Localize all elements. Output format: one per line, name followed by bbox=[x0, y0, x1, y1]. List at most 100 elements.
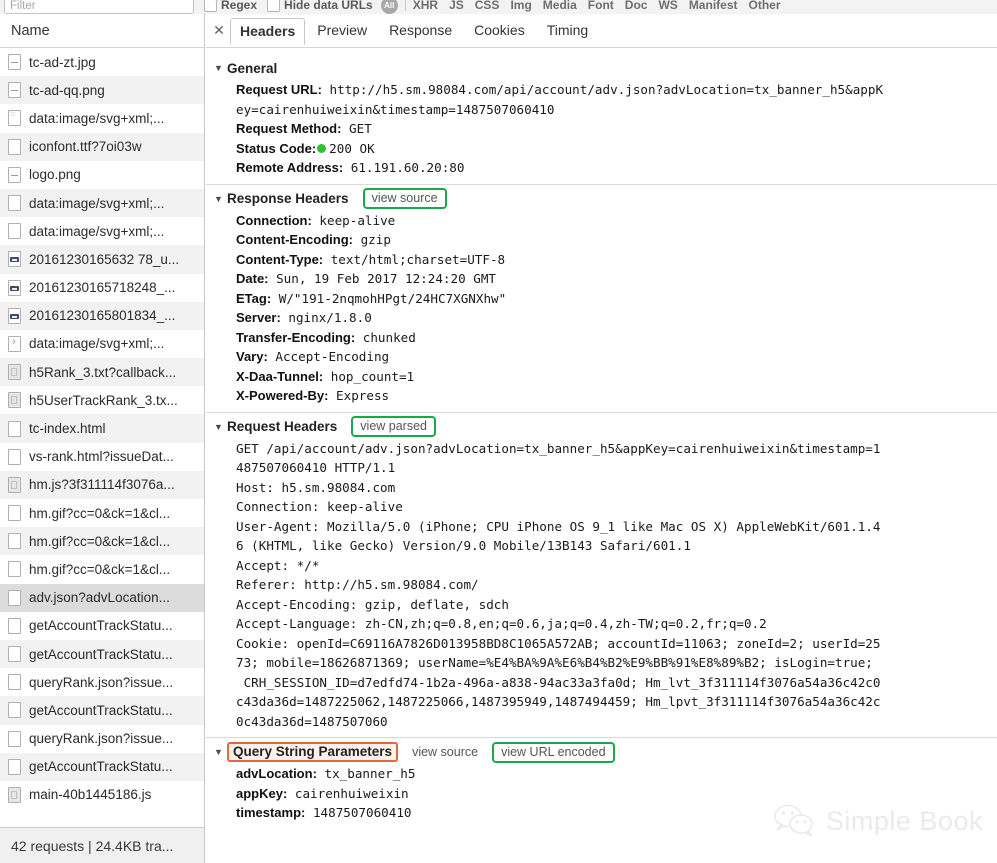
request-name: 20161230165801834_... bbox=[29, 308, 176, 324]
query-param-row: advLocation: tx_banner_h5 bbox=[236, 764, 997, 784]
header-value: W/"191-2nqmohHPgt/24HC7XGNXhw" bbox=[271, 290, 507, 306]
regex-checkbox[interactable] bbox=[204, 0, 217, 12]
requests-sidebar: Name tc-ad-zt.jpg tc-ad-qq.png data:image/… bbox=[0, 14, 205, 863]
request-list-item[interactable]: hm.gif?cc=0&ck=1&cl... bbox=[0, 555, 204, 583]
filter-type-manifest[interactable]: Manifest bbox=[689, 0, 738, 12]
filter-type-ws[interactable]: WS bbox=[658, 0, 677, 12]
request-header-line: User-Agent: Mozilla/5.0 (iPhone; CPU iPh… bbox=[236, 518, 881, 534]
request-list-item[interactable]: hm.gif?cc=0&ck=1&cl... bbox=[0, 527, 204, 556]
request-list-item[interactable]: data:image/svg+xml;... bbox=[0, 104, 204, 132]
request-list-item[interactable]: getAccountTrackStatu... bbox=[0, 752, 204, 781]
request-list-item[interactable]: 20161230165801834_... bbox=[0, 301, 204, 330]
request-headers-raw: GET /api/account/adv.json?advLocation=tx… bbox=[206, 439, 997, 732]
request-name: queryRank.json?issue... bbox=[29, 674, 174, 690]
filter-type-img[interactable]: Img bbox=[510, 0, 531, 12]
request-list-item[interactable]: main-40b1445186.js bbox=[0, 781, 204, 809]
filter-all-button[interactable]: All bbox=[380, 0, 398, 14]
request-list-item[interactable]: getAccountTrackStatu... bbox=[0, 696, 204, 725]
request-list-item[interactable]: 20161230165718248_... bbox=[0, 274, 204, 302]
request-name: data:image/svg+xml;... bbox=[29, 195, 165, 211]
hide-data-urls-checkbox[interactable] bbox=[267, 0, 281, 12]
request-list-item[interactable]: logo.png bbox=[0, 161, 204, 189]
doc-file-icon bbox=[8, 617, 21, 634]
header-value: text/html;charset=UTF-8 bbox=[323, 251, 506, 267]
caret-down-icon[interactable]: ▼ bbox=[214, 63, 223, 73]
filter-type-xhr[interactable]: XHR bbox=[413, 0, 438, 12]
request-list-item[interactable]: data:image/svg+xml;... bbox=[0, 330, 204, 358]
image-file-icon bbox=[8, 166, 21, 183]
query-param-row: appKey: cairenhuiweixin bbox=[236, 784, 997, 804]
request-name: h5UserTrackRank_3.tx... bbox=[29, 392, 178, 408]
section-query-string-header[interactable]: ▼ Query String Parameters view source vi… bbox=[206, 741, 997, 763]
tab-preview[interactable]: Preview bbox=[307, 17, 377, 44]
section-response-headers-header[interactable]: ▼ Response Headers view source bbox=[206, 188, 997, 209]
filter-type-media[interactable]: Media bbox=[543, 0, 577, 12]
media-file-icon bbox=[8, 279, 21, 296]
column-header-name[interactable]: Name bbox=[0, 14, 204, 48]
response-header-row: Date: Sun, 19 Feb 2017 12:24:20 GMT bbox=[236, 269, 997, 289]
caret-down-icon[interactable]: ▼ bbox=[214, 422, 223, 432]
request-list-item[interactable]: iconfont.ttf?7oi03w bbox=[0, 132, 204, 161]
view-url-encoded-button[interactable]: view URL encoded bbox=[492, 741, 615, 763]
filter-input[interactable]: Filter bbox=[4, 0, 194, 14]
response-header-row: Transfer-Encoding: chunked bbox=[236, 328, 997, 348]
section-request-headers-title: Request Headers bbox=[227, 419, 338, 434]
request-list-item[interactable]: tc-ad-qq.png bbox=[0, 76, 204, 105]
doc-file-icon bbox=[8, 561, 21, 578]
request-header-line: CRH_SESSION_ID=d7edfd74-1b2a-496a-a838-9… bbox=[236, 674, 881, 690]
request-list-item[interactable]: hm.gif?cc=0&ck=1&cl... bbox=[0, 499, 204, 527]
header-value: nginx/1.8.0 bbox=[280, 310, 372, 325]
header-key: Date: bbox=[236, 271, 269, 286]
close-icon[interactable]: ✕ bbox=[208, 22, 230, 39]
tab-timing[interactable]: Timing bbox=[537, 17, 599, 44]
tab-response[interactable]: Response bbox=[379, 17, 462, 44]
request-name: data:image/svg+xml;... bbox=[29, 336, 165, 352]
request-list-item[interactable]: 20161230165632 78_u... bbox=[0, 245, 204, 274]
request-name: tc-ad-zt.jpg bbox=[29, 54, 96, 70]
request-name: queryRank.json?issue... bbox=[29, 731, 174, 747]
request-list-item[interactable]: adv.json?advLocation... bbox=[0, 583, 204, 612]
doc-file-icon bbox=[8, 730, 21, 747]
view-source-button-query[interactable]: view source bbox=[412, 745, 478, 759]
request-list-item[interactable]: data:image/svg+xml;... bbox=[0, 217, 204, 245]
request-header-line: Connection: keep-alive bbox=[236, 499, 403, 514]
doc-file-icon bbox=[8, 223, 21, 240]
request-list-item[interactable]: queryRank.json?issue... bbox=[0, 668, 204, 696]
toolbar-divider bbox=[404, 0, 406, 11]
general-request-url-cont: ey=cairenhuiweixin&timestamp=14875070604… bbox=[236, 101, 555, 117]
tab-cookies[interactable]: Cookies bbox=[464, 17, 535, 44]
request-list[interactable]: tc-ad-zt.jpg tc-ad-qq.png data:image/svg+x… bbox=[0, 48, 204, 809]
request-list-item[interactable]: vs-rank.html?issueDat... bbox=[0, 443, 204, 471]
image-file-icon bbox=[8, 54, 21, 71]
response-headers-list: Connection: keep-alive Content-Encoding: … bbox=[206, 211, 997, 406]
request-list-item[interactable]: h5UserTrackRank_3.tx... bbox=[0, 386, 204, 414]
response-header-row: X-Daa-Tunnel: hop_count=1 bbox=[236, 367, 997, 387]
filter-type-font[interactable]: Font bbox=[588, 0, 614, 12]
caret-down-icon[interactable]: ▼ bbox=[214, 194, 223, 204]
request-list-item[interactable]: getAccountTrackStatu... bbox=[0, 639, 204, 669]
caret-down-icon[interactable]: ▼ bbox=[214, 747, 223, 757]
request-list-item[interactable]: tc-ad-zt.jpg bbox=[0, 48, 204, 76]
view-parsed-button-request[interactable]: view parsed bbox=[351, 416, 436, 437]
filter-type-css[interactable]: CSS bbox=[475, 0, 500, 12]
section-general-header[interactable]: ▼ General bbox=[206, 58, 997, 78]
filter-type-other[interactable]: Other bbox=[749, 0, 781, 12]
section-response-headers-title: Response Headers bbox=[227, 191, 349, 206]
request-name: tc-index.html bbox=[29, 421, 106, 437]
filter-type-js[interactable]: JS bbox=[449, 0, 464, 12]
request-list-item[interactable]: tc-index.html bbox=[0, 414, 204, 443]
doc-file-icon bbox=[8, 674, 21, 691]
request-list-item[interactable]: h5Rank_3.txt?callback... bbox=[0, 358, 204, 387]
request-list-item[interactable]: data:image/svg+xml;... bbox=[0, 188, 204, 218]
request-list-item[interactable]: getAccountTrackStatu... bbox=[0, 612, 204, 640]
filter-type-doc[interactable]: Doc bbox=[625, 0, 648, 12]
divider bbox=[206, 737, 997, 738]
request-list-item[interactable]: queryRank.json?issue... bbox=[0, 725, 204, 753]
view-source-button-response[interactable]: view source bbox=[362, 188, 447, 209]
doc-file-icon bbox=[8, 195, 21, 212]
request-name: vs-rank.html?issueDat... bbox=[29, 449, 174, 465]
request-list-item[interactable]: hm.js?3f311114f3076a... bbox=[0, 470, 204, 499]
general-status-code: Status Code: 200 OK bbox=[236, 140, 375, 156]
section-request-headers-header[interactable]: ▼ Request Headers view parsed bbox=[206, 416, 997, 437]
tab-headers[interactable]: Headers bbox=[230, 18, 306, 45]
